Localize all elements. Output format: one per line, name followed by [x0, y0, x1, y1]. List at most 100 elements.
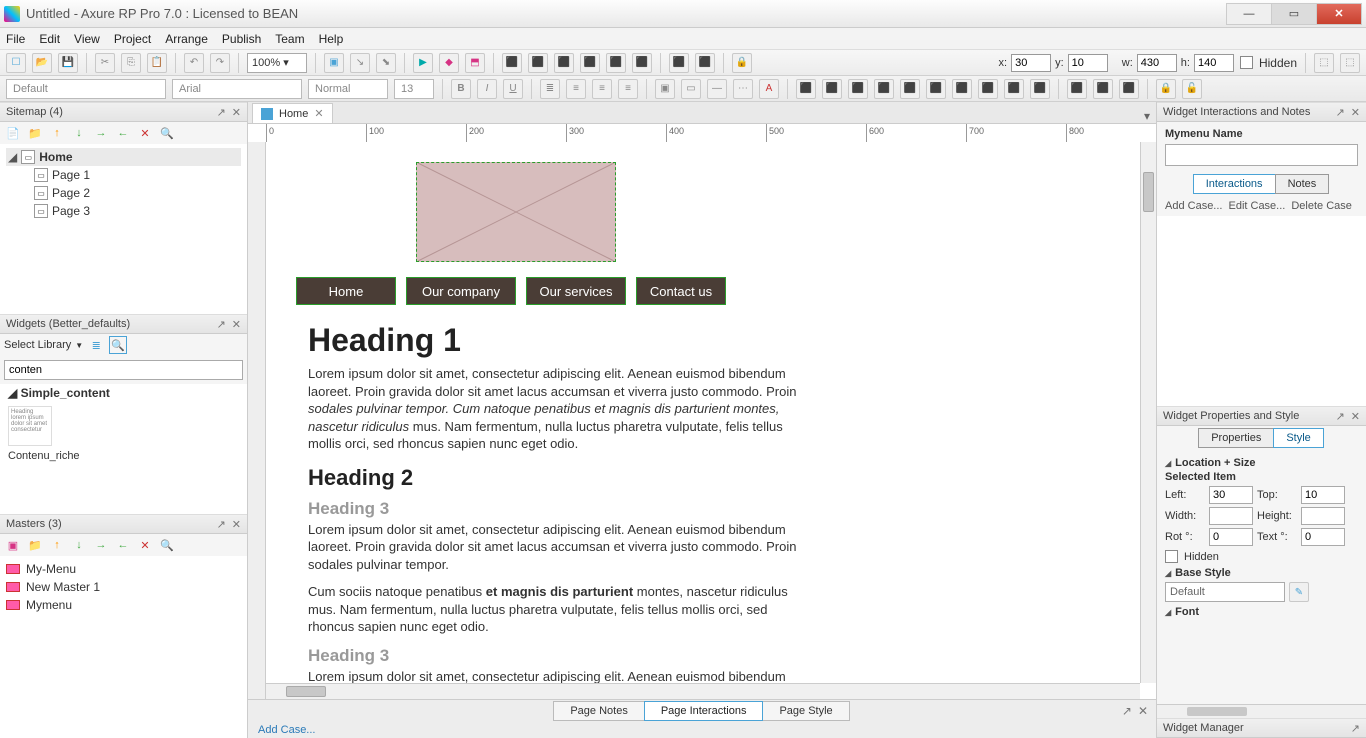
- popout-icon[interactable]: ↗: [217, 318, 226, 331]
- close-button[interactable]: ✕: [1316, 3, 1362, 25]
- cut-icon[interactable]: ✂: [95, 53, 115, 73]
- order-icon[interactable]: ⬛: [952, 79, 972, 99]
- menu-arrange[interactable]: Arrange: [165, 32, 208, 46]
- move-up-icon[interactable]: ↑: [48, 124, 66, 142]
- delete-icon[interactable]: ✕: [136, 124, 154, 142]
- menu-button-company[interactable]: Our company: [406, 277, 516, 305]
- footnote-icon[interactable]: ⬛: [1067, 79, 1087, 99]
- order-icon[interactable]: ⬛: [978, 79, 998, 99]
- close-panel-icon[interactable]: ✕: [1351, 106, 1360, 119]
- base-style-header[interactable]: Base Style: [1165, 567, 1358, 579]
- move-up-icon[interactable]: ↑: [48, 536, 66, 554]
- chevron-down-icon[interactable]: ▾: [1138, 109, 1156, 123]
- pos-x-input[interactable]: [1011, 54, 1051, 72]
- line-width-icon[interactable]: —: [707, 79, 727, 99]
- hidden-checkbox[interactable]: [1240, 56, 1253, 69]
- tab-home[interactable]: Home ✕: [252, 103, 333, 123]
- width-input[interactable]: [1209, 507, 1253, 525]
- selection-mode-icon[interactable]: ▣: [324, 53, 344, 73]
- redo-icon[interactable]: ↷: [210, 53, 230, 73]
- align-center-icon[interactable]: ⬛: [528, 53, 548, 73]
- text-color-icon[interactable]: A: [759, 79, 779, 99]
- align-middle-icon[interactable]: ⬛: [606, 53, 626, 73]
- share-icon[interactable]: ◆: [439, 53, 459, 73]
- master-item[interactable]: New Master 1: [6, 578, 241, 596]
- hidden-checkbox[interactable]: [1165, 550, 1178, 563]
- master-item[interactable]: Mymenu: [6, 596, 241, 614]
- copy-icon[interactable]: ⎘: [121, 53, 141, 73]
- search-icon[interactable]: 🔍: [109, 336, 127, 354]
- paste-icon[interactable]: 📋: [147, 53, 167, 73]
- interactions-tab[interactable]: Interactions: [1193, 174, 1276, 194]
- open-icon[interactable]: 📂: [32, 53, 52, 73]
- outdent-icon[interactable]: →: [92, 124, 110, 142]
- content-widget[interactable]: Heading 1 Lorem ipsum dolor sit amet, co…: [308, 322, 808, 683]
- preview-icon[interactable]: ▶: [413, 53, 433, 73]
- add-page-icon[interactable]: 📄: [4, 124, 22, 142]
- minimize-button[interactable]: —: [1226, 3, 1272, 25]
- font-header[interactable]: Font: [1165, 606, 1358, 618]
- master-item[interactable]: My-Menu: [6, 560, 241, 578]
- select-library-label[interactable]: Select Library: [4, 339, 71, 351]
- indent-icon[interactable]: ←: [114, 536, 132, 554]
- align-text-left-icon[interactable]: ≡: [566, 79, 586, 99]
- weight-select[interactable]: Normal: [308, 79, 388, 99]
- menu-view[interactable]: View: [74, 32, 100, 46]
- menu-file[interactable]: File: [6, 32, 25, 46]
- size-select[interactable]: 13: [394, 79, 434, 99]
- close-panel-icon[interactable]: ✕: [232, 518, 241, 531]
- order-icon[interactable]: ⬛: [1030, 79, 1050, 99]
- close-panel-icon[interactable]: ✕: [232, 318, 241, 331]
- menu-button-home[interactable]: Home: [296, 277, 396, 305]
- list-view-icon[interactable]: ≣: [87, 336, 105, 354]
- page-notes-tab[interactable]: Page Notes: [553, 701, 644, 721]
- panel-scrollbar[interactable]: [1157, 704, 1366, 718]
- add-master-icon[interactable]: ▣: [4, 536, 22, 554]
- popout-icon[interactable]: ↗: [1351, 722, 1360, 735]
- sitemap-item[interactable]: ▭Page 2: [6, 184, 241, 202]
- rotation-input[interactable]: [1209, 528, 1253, 546]
- add-case-link[interactable]: Add Case...: [1165, 200, 1222, 212]
- point-icon[interactable]: ⬊: [376, 53, 396, 73]
- move-down-icon[interactable]: ↓: [70, 124, 88, 142]
- widget-search-input[interactable]: [4, 360, 243, 380]
- left-input[interactable]: [1209, 486, 1253, 504]
- line-color-icon[interactable]: ▭: [681, 79, 701, 99]
- search-icon[interactable]: 🔍: [158, 536, 176, 554]
- order-icon[interactable]: ⬛: [1004, 79, 1024, 99]
- popout-icon[interactable]: ↗: [1336, 410, 1345, 423]
- new-icon[interactable]: ☐: [6, 53, 26, 73]
- footnote-icon[interactable]: ⬛: [1119, 79, 1139, 99]
- page-style-tab[interactable]: Page Style: [762, 701, 849, 721]
- edit-case-link[interactable]: Edit Case...: [1228, 200, 1285, 212]
- order-icon[interactable]: ⬛: [926, 79, 946, 99]
- popout-icon[interactable]: ↗: [217, 106, 226, 119]
- zoom-select[interactable]: 100% ▾: [247, 53, 307, 73]
- align-top-icon[interactable]: ⬛: [580, 53, 600, 73]
- close-panel-icon[interactable]: ✕: [232, 106, 241, 119]
- close-panel-icon[interactable]: ✕: [1138, 704, 1148, 718]
- distribute-v-icon[interactable]: ⬛: [695, 53, 715, 73]
- page-interactions-tab[interactable]: Page Interactions: [644, 701, 764, 721]
- popout-icon[interactable]: ↗: [217, 518, 226, 531]
- extra-icon[interactable]: ⬚: [1340, 53, 1360, 73]
- ungroup-icon[interactable]: ⬛: [874, 79, 894, 99]
- bold-icon[interactable]: B: [451, 79, 471, 99]
- back-icon[interactable]: ⬛: [822, 79, 842, 99]
- widget-name-input[interactable]: [1165, 144, 1358, 166]
- unlock-icon[interactable]: 🔓: [1182, 79, 1202, 99]
- lock-icon[interactable]: 🔒: [1156, 79, 1176, 99]
- height-input[interactable]: [1301, 507, 1345, 525]
- underline-icon[interactable]: U: [503, 79, 523, 99]
- add-case-link[interactable]: Add Case...: [248, 722, 1156, 738]
- widget-thumbnail[interactable]: Headinglorem ipsumdolor sit ametconsecte…: [8, 406, 52, 446]
- bullets-icon[interactable]: ≣: [540, 79, 560, 99]
- font-select[interactable]: Arial: [172, 79, 302, 99]
- menu-edit[interactable]: Edit: [39, 32, 60, 46]
- popout-icon[interactable]: ↗: [1122, 704, 1132, 718]
- front-icon[interactable]: ⬛: [796, 79, 816, 99]
- align-right-icon[interactable]: ⬛: [554, 53, 574, 73]
- align-text-right-icon[interactable]: ≡: [618, 79, 638, 99]
- close-panel-icon[interactable]: ✕: [1351, 410, 1360, 423]
- add-folder-icon[interactable]: 📁: [26, 536, 44, 554]
